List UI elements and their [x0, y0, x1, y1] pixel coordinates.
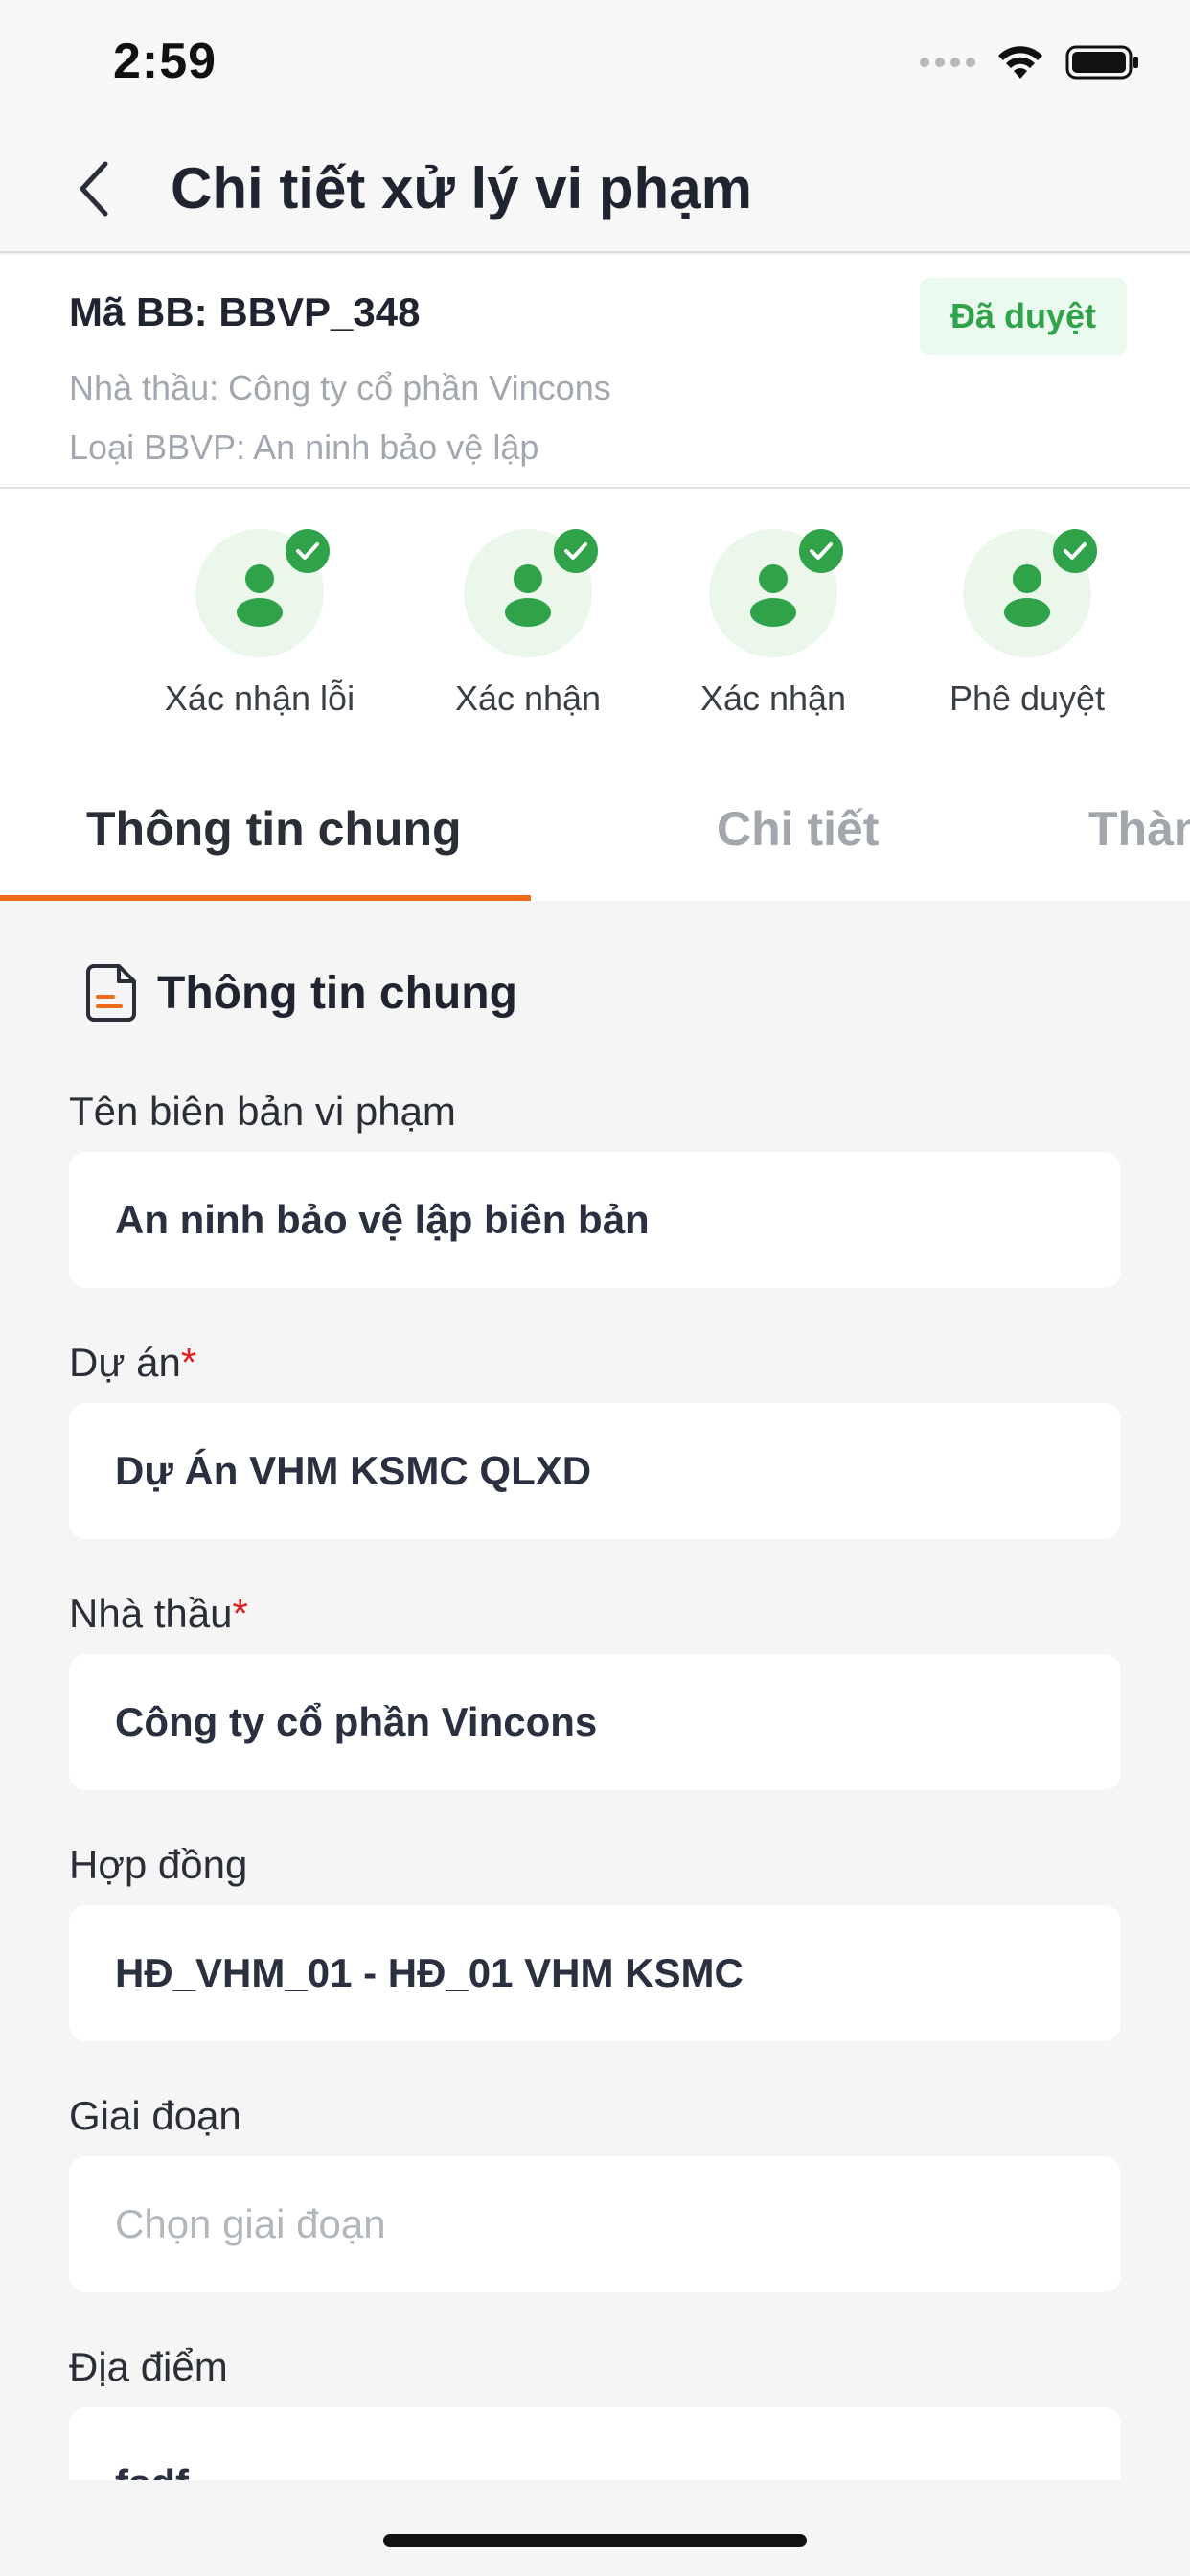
- back-button[interactable]: [65, 155, 123, 222]
- check-icon: [799, 529, 843, 573]
- check-icon: [286, 529, 330, 573]
- report-code: Mã BB: BBVP_348: [69, 289, 421, 334]
- page-title: Chi tiết xử lý vi phạm: [171, 156, 752, 220]
- home-indicator[interactable]: [383, 2534, 807, 2547]
- status-icons: [920, 44, 1140, 80]
- contract-field[interactable]: HĐ_VHM_01 - HĐ_01 VHM KSMC: [69, 1905, 1121, 2041]
- chevron-left-icon: [80, 161, 108, 217]
- signal-icon: [920, 58, 975, 67]
- approval-steps: Xác nhận lỗi Xác nhận Xác nhận Phê duyệt: [0, 489, 1190, 757]
- nav-header: Chi tiết xử lý vi phạm: [0, 126, 1190, 253]
- report-type-line: Loại BBVP: An ninh bảo vệ lập: [69, 427, 539, 467]
- status-badge: Đã duyệt: [920, 278, 1127, 355]
- tab-indicator: [0, 895, 531, 901]
- battery-icon: [1065, 45, 1138, 80]
- phase-label: Giai đoạn: [69, 2093, 241, 2138]
- project-label: Dự án*: [69, 1340, 197, 1385]
- step-label: Xác nhận: [699, 678, 847, 718]
- step-item[interactable]: Xác nhận lỗi: [145, 529, 375, 719]
- summary-card: Mã BB: BBVP_348 Đã duyệt Nhà thầu: Công …: [0, 255, 1190, 489]
- user-icon: [464, 529, 598, 657]
- contractor-label: Nhà thầu*: [69, 1591, 248, 1636]
- contractor-field[interactable]: Công ty cổ phần Vincons: [69, 1654, 1121, 1790]
- section-header: Thông tin chung: [84, 962, 517, 1024]
- wifi-icon: [998, 46, 1042, 79]
- check-icon: [1053, 529, 1097, 573]
- status-time: 2:59: [113, 34, 217, 89]
- user-icon: [963, 529, 1097, 657]
- step-label: Phê duyệt: [949, 678, 1106, 718]
- step-item[interactable]: Phê duyệt: [912, 529, 1142, 719]
- required-mark: *: [232, 1591, 248, 1636]
- status-bar: 2:59: [0, 0, 1190, 126]
- check-icon: [554, 529, 598, 573]
- violation-name-field[interactable]: An ninh bảo vệ lập biên bản: [69, 1152, 1121, 1288]
- document-icon: [86, 964, 136, 1022]
- step-item[interactable]: Xác nhận: [658, 529, 888, 719]
- step-label: Xác nhận: [454, 678, 602, 718]
- tab-general-info[interactable]: Thông tin chung: [86, 801, 462, 857]
- contract-label: Hợp đồng: [69, 1842, 248, 1887]
- tab-members[interactable]: Thàn: [1088, 801, 1190, 857]
- section-title: Thông tin chung: [157, 967, 517, 1019]
- required-mark: *: [180, 1340, 197, 1385]
- tab-bar: Thông tin chung Chi tiết Thàn: [0, 757, 1190, 901]
- user-icon: [709, 529, 843, 657]
- user-icon: [195, 529, 330, 657]
- tab-details[interactable]: Chi tiết: [717, 801, 879, 857]
- step-item[interactable]: Xác nhận: [413, 529, 643, 719]
- violation-name-label: Tên biên bản vi phạm: [69, 1089, 456, 1134]
- project-field[interactable]: Dự Án VHM KSMC QLXD: [69, 1403, 1121, 1539]
- step-label: Xác nhận lỗi: [164, 678, 355, 718]
- location-label: Địa điểm: [69, 2344, 228, 2389]
- bottom-safe-area: [0, 2480, 1190, 2576]
- phase-select[interactable]: Chọn giai đoạn: [69, 2156, 1121, 2292]
- contractor-line: Nhà thầu: Công ty cổ phần Vincons: [69, 368, 611, 407]
